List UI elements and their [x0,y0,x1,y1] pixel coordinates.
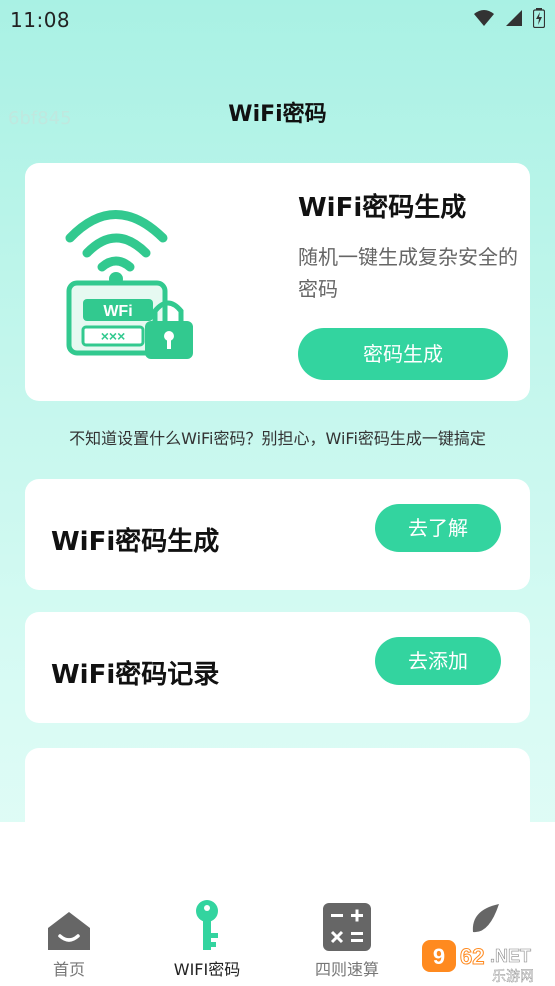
hero-card: WFi ××× WiFi密码生成 随机一键生成复杂安全的密码 密码生成 [25,163,530,401]
illustration-mask-text: ××× [101,328,126,344]
status-icons [473,8,545,28]
svg-text:62: 62 [460,944,484,969]
tip-text: 不知道设置什么WiFi密码？别担心，WiFi密码生成一键搞定 [69,429,486,448]
generate-password-button[interactable]: 密码生成 [298,328,508,380]
cell-signal-icon [506,10,522,26]
key-icon [196,900,218,950]
home-icon [48,912,90,950]
wifi-lock-illustration: WFi ××× [65,210,193,359]
status-time: 11:08 [10,8,71,32]
illustration-badge-text: WFi [103,303,132,320]
nav-item-home[interactable]: 首页 [9,900,129,980]
nav-item-wifi-password[interactable]: WIFI密码 [147,900,267,980]
status-bar: 11:08 [0,0,555,40]
feature-card-generate[interactable]: WiFi密码生成 去了解 [25,479,530,590]
feature-title: WiFi密码生成 [51,527,220,557]
feature-title: WiFi密码记录 [51,660,220,690]
calculator-icon [323,903,371,951]
add-record-button[interactable]: 去添加 [375,637,501,685]
nav-label: 首页 [52,960,85,979]
svg-text:.NET: .NET [490,946,531,966]
svg-text:乐游网: 乐游网 [492,968,534,984]
nav-label: WIFI密码 [173,960,241,979]
battery-icon [533,8,545,28]
hero-description: 随机一键生成复杂安全的密码 [298,245,518,301]
nav-label: 四则速算 [314,960,379,979]
svg-text:9: 9 [433,944,445,969]
learn-more-button[interactable]: 去了解 [375,504,501,552]
site-logo-watermark: 9 62 .NET 乐游网 [422,940,534,984]
hero-title: WiFi密码生成 [298,193,467,223]
page-title: WiFi密码 [228,102,327,127]
wifi-signal-icon [474,10,494,26]
feature-card-records[interactable]: WiFi密码记录 去添加 [25,612,530,723]
nav-item-calculator[interactable]: 四则速算 [287,900,407,980]
